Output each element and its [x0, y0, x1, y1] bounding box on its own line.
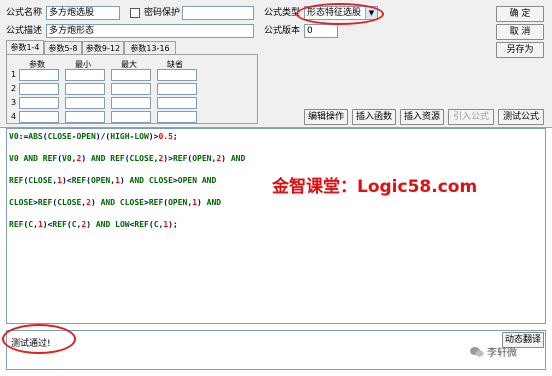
wechat-icon	[470, 346, 484, 358]
param-4-min-cell[interactable]	[65, 111, 105, 123]
password-protect-checkbox[interactable]	[130, 8, 140, 18]
tab-params-5-8[interactable]: 参数5-8	[44, 41, 82, 55]
param-2-min-cell[interactable]	[65, 83, 105, 95]
code-line-5: REF(C,1)<REF(C,2) AND LOW<REF(C,1);	[9, 220, 178, 229]
param-4-default-cell[interactable]	[157, 111, 197, 123]
test-formula-button[interactable]: 测试公式	[498, 109, 544, 125]
formula-name-label: 公式名称	[6, 8, 43, 18]
ok-button[interactable]: 确 定	[496, 6, 544, 22]
wechat-badge: 李轩微	[470, 344, 517, 359]
param-table: 参数 最小 最大 缺省 1 2 3 4	[6, 54, 258, 124]
param-1-max-cell[interactable]	[111, 69, 151, 81]
formula-desc-label: 公式描述	[6, 26, 43, 36]
password-protect-label: 密码保护	[144, 8, 181, 18]
edit-operations-button[interactable]: 编辑操作	[304, 109, 348, 125]
param-1-min-cell[interactable]	[65, 69, 105, 81]
formula-desc-input[interactable]: 多方炮形态	[46, 24, 254, 38]
formula-type-label: 公式类型	[264, 8, 301, 18]
param-4-max-cell[interactable]	[111, 111, 151, 123]
param-3-min-cell[interactable]	[65, 97, 105, 109]
param-row-number: 3	[11, 98, 17, 107]
code-line-4: CLOSE>REF(CLOSE,2) AND CLOSE>REF(OPEN,1)…	[9, 198, 222, 207]
param-row-number: 1	[11, 70, 17, 79]
param-2-name-cell[interactable]	[19, 83, 59, 95]
formula-version-input[interactable]: 0	[304, 24, 338, 38]
insert-resource-button[interactable]: 插入资源	[400, 109, 444, 125]
formula-editor-window: 公式名称 多方炮选股 密码保护 公式描述 多方炮形态 公式类型 形态特征选股 ▼…	[0, 0, 552, 376]
param-4-name-cell[interactable]	[19, 111, 59, 123]
code-line-1: V0:=ABS(CLOSE-OPEN)/(HIGH-LOW)>0.5;	[9, 132, 178, 141]
param-3-name-cell[interactable]	[19, 97, 59, 109]
formula-version-label: 公式版本	[264, 26, 301, 36]
param-1-name-cell[interactable]	[19, 69, 59, 81]
insert-function-button[interactable]: 插入函数	[352, 109, 396, 125]
test-result-area: 测试通过!	[6, 330, 546, 370]
code-line-2: V0 AND REF(V0,2) AND REF(CLOSE,2)>REF(OP…	[9, 154, 246, 163]
formula-code-editor[interactable]: V0:=ABS(CLOSE-OPEN)/(HIGH-LOW)>0.5; V0 A…	[6, 128, 546, 324]
code-line-3: REF(CLOSE,1)<REF(OPEN,1) AND CLOSE>OPEN …	[9, 176, 217, 185]
save-as-button[interactable]: 另存为	[496, 42, 544, 58]
param-3-default-cell[interactable]	[157, 97, 197, 109]
param-2-default-cell[interactable]	[157, 83, 197, 95]
password-input[interactable]	[182, 6, 254, 20]
param-2-max-cell[interactable]	[111, 83, 151, 95]
tab-params-1-4[interactable]: 参数1-4	[6, 40, 44, 55]
formula-settings-panel: 公式名称 多方炮选股 密码保护 公式描述 多方炮形态 公式类型 形态特征选股 ▼…	[0, 0, 552, 128]
formula-name-input[interactable]: 多方炮选股	[46, 6, 120, 20]
tab-params-13-16[interactable]: 参数13-16	[124, 41, 176, 55]
import-formula-button[interactable]: 引入公式	[448, 109, 494, 125]
param-3-max-cell[interactable]	[111, 97, 151, 109]
tab-params-9-12[interactable]: 参数9-12	[82, 41, 124, 55]
site-watermark: 金智课堂：Logic58.com	[272, 177, 478, 197]
highlight-oval-type	[296, 3, 384, 25]
param-row-number: 4	[11, 112, 17, 121]
param-row-number: 2	[11, 84, 17, 93]
cancel-button[interactable]: 取 消	[496, 24, 544, 40]
highlight-oval-status	[2, 324, 76, 354]
param-1-default-cell[interactable]	[157, 69, 197, 81]
wechat-label: 李轩微	[487, 348, 517, 359]
